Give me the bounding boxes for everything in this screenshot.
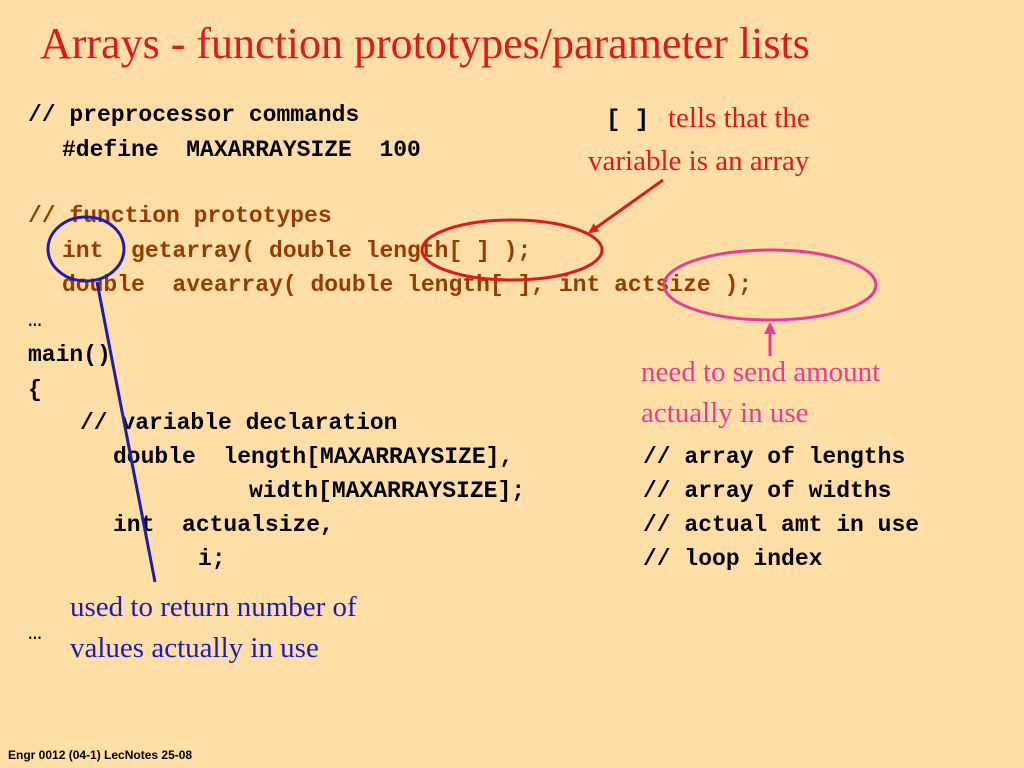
decl-length-comment: // array of lengths: [643, 444, 906, 470]
ellipsis-line: …: [28, 307, 42, 333]
decl-index: i;: [198, 546, 226, 572]
decl-width-comment: // array of widths: [643, 478, 892, 504]
return-note-line2: values actually in use: [70, 632, 319, 664]
slide-title: Arrays - function prototypes/parameter l…: [40, 19, 810, 68]
array-note-line1: tells that the: [668, 102, 810, 134]
decl-actualsize: int actualsize,: [113, 512, 334, 538]
red-arrow: [588, 178, 664, 234]
return-note-line1: used to return number of: [70, 591, 357, 623]
decl-width: width[MAXARRAYSIZE];: [249, 478, 526, 504]
open-brace: {: [28, 377, 42, 403]
preprocessor-comment: // preprocessor commands: [28, 102, 360, 128]
slide-footer: Engr 0012 (04-1) LecNotes 25-08: [8, 748, 193, 762]
variable-comment: // variable declaration: [80, 410, 398, 436]
prototype-getarray: int getarray( double length[ ] );: [62, 238, 532, 264]
amount-note-line1: need to send amount: [641, 356, 881, 388]
decl-actualsize-comment: // actual amt in use: [643, 512, 920, 538]
prototype-avearray: double avearray( double length[ ], int a…: [62, 272, 753, 298]
define-line: #define MAXARRAYSIZE 100: [62, 137, 421, 163]
amount-note-line2: actually in use: [641, 397, 809, 429]
main-line: main(): [28, 342, 111, 368]
decl-index-comment: // loop index: [643, 546, 823, 572]
ellipsis-line-2: …: [28, 620, 42, 646]
brackets-glyph: [ ]: [606, 107, 650, 134]
prototypes-comment: // function prototypes: [28, 203, 332, 229]
array-note-line2: variable is an array: [588, 145, 810, 177]
decl-length: double length[MAXARRAYSIZE],: [113, 444, 514, 470]
